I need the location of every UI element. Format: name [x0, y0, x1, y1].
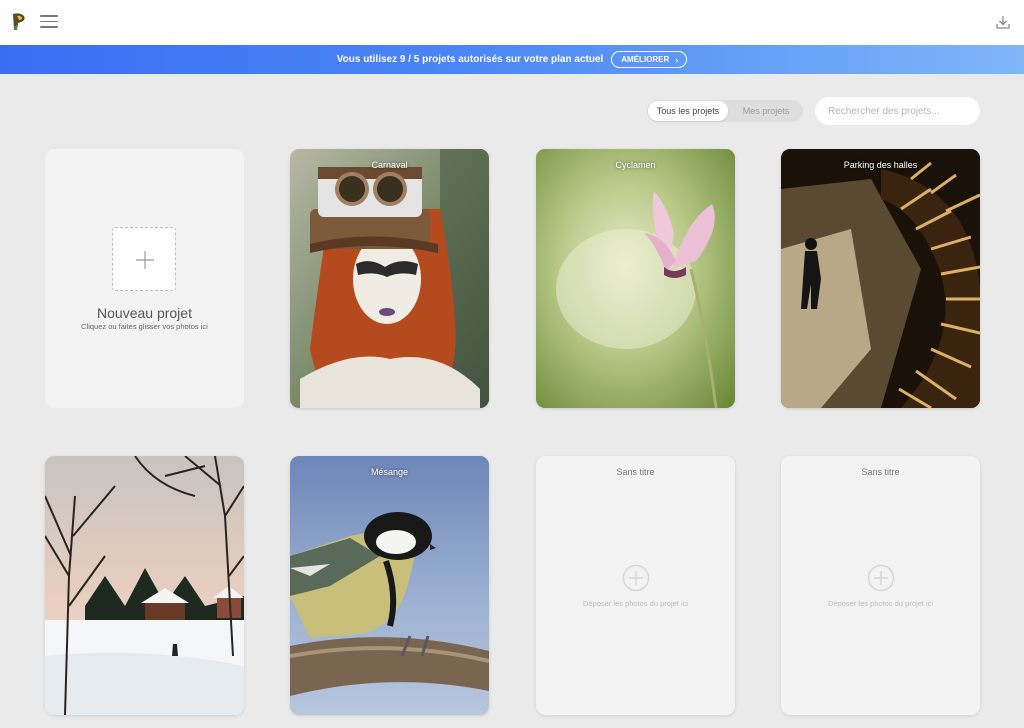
search-projects-input[interactable]	[815, 97, 980, 125]
upgrade-button-label: AMÉLIORER	[621, 55, 670, 64]
new-project-card[interactable]: Nouveau projet Cliquez ou faites glisser…	[45, 149, 244, 408]
project-title: Parking des halles	[843, 160, 918, 170]
hamburger-menu-icon[interactable]	[40, 15, 58, 29]
add-photos-icon[interactable]	[867, 564, 895, 592]
project-card-mesange[interactable]: Mésange	[290, 456, 489, 715]
project-thumbnail	[536, 149, 735, 408]
project-card-parking-des-halles[interactable]: Parking des halles	[781, 149, 980, 408]
project-title: Cyclamen	[615, 160, 656, 170]
project-title: Carnaval	[371, 160, 408, 170]
project-card-carnaval[interactable]: Carnaval	[290, 149, 489, 408]
project-card-snow-landscape[interactable]	[45, 456, 244, 715]
brush-logo-icon[interactable]	[11, 12, 27, 32]
download-icon[interactable]	[995, 14, 1011, 30]
drop-photos-text: Déposer les photos du projet ici	[582, 599, 689, 608]
plan-usage-banner: Vous utilisez 9 / 5 projets autorisés su…	[0, 45, 1024, 74]
add-photos-icon[interactable]	[622, 564, 650, 592]
project-thumbnail	[290, 149, 489, 408]
plus-icon	[136, 251, 154, 269]
project-card-untitled-2[interactable]: Sans titre Déposer les photos du projet …	[781, 456, 980, 715]
project-title: Mésange	[370, 467, 409, 477]
project-title: Sans titre	[861, 467, 900, 477]
filter-all-projects[interactable]: Tous les projets	[648, 101, 728, 121]
upgrade-button[interactable]: AMÉLIORER ›	[611, 51, 688, 68]
plan-usage-text: Vous utilisez 9 / 5 projets autorisés su…	[336, 54, 604, 65]
project-thumbnail	[781, 149, 980, 408]
project-filter-toggle: Tous les projets Mes projets	[647, 100, 803, 122]
new-project-dropzone[interactable]	[112, 227, 176, 291]
project-card-untitled-1[interactable]: Sans titre Déposer les photos du projet …	[536, 456, 735, 715]
new-project-subtitle: Cliquez ou faites glisser vos photos ici	[81, 322, 208, 331]
new-project-title: Nouveau projet	[97, 305, 192, 321]
project-title: Sans titre	[616, 467, 655, 477]
top-bar	[0, 0, 1024, 45]
project-card-cyclamen[interactable]: Cyclamen	[536, 149, 735, 408]
filter-my-projects[interactable]: Mes projets	[729, 100, 803, 122]
project-thumbnail	[45, 456, 244, 715]
project-thumbnail	[290, 456, 489, 715]
drop-photos-text: Déposer les photos du projet ici	[827, 599, 934, 608]
chevron-right-icon: ›	[675, 54, 679, 65]
